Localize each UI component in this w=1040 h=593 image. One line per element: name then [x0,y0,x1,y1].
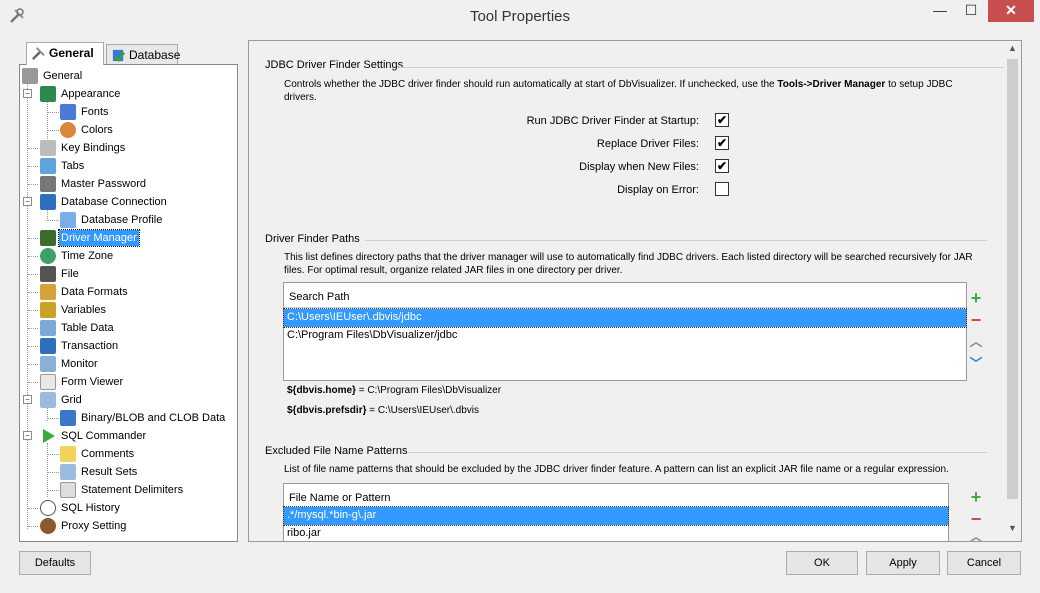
remove-pattern-button[interactable]: − [968,510,984,528]
run-at-startup-row: Run JDBC Driver Finder at Startup: ✔ [449,113,729,131]
keyboard-icon [40,140,56,156]
replace-driver-files-checkbox[interactable]: ✔ [715,136,729,150]
collapse-icon[interactable]: − [23,89,32,98]
column-header[interactable]: Search Path [284,283,966,308]
monitor-icon [40,86,56,102]
palette-icon [60,122,76,138]
grid-icon [40,392,56,408]
dollar-icon [40,302,56,318]
defaults-button[interactable]: Defaults [19,551,91,575]
checkbox-label: Replace Driver Files: [596,138,699,150]
move-down-button[interactable]: ﹀ [968,356,984,372]
driver-icon [40,230,56,246]
grid-icon [60,464,76,480]
puzzle-icon [60,410,76,426]
section-heading: JDBC Driver Finder Settings [265,59,404,71]
database-icon [112,49,126,62]
apply-button[interactable]: Apply [866,551,940,575]
divider [407,452,987,453]
play-icon [43,429,55,443]
column-header[interactable]: File Name or Pattern [284,484,948,509]
display-on-error-row: Display on Error: [449,182,729,200]
driver-manager-panel: JDBC Driver Finder Settings Controls whe… [248,40,1022,542]
profile-icon [60,212,76,228]
user-icon [40,518,56,534]
close-button[interactable]: ✕ [988,0,1034,22]
scroll-thumb[interactable] [1007,59,1018,499]
section-heading: Driver Finder Paths [265,233,360,245]
settings-tree: General − Appearance Fonts Colors Key Bi… [19,64,238,542]
table-row[interactable]: C:\Program Files\DbVisualizer/jdbc [284,327,966,345]
maximize-button[interactable]: ☐ [956,0,986,22]
dbvis-home-variable: ${dbvis.home} = C:\Program Files\DbVisua… [287,385,502,396]
tools-icon [32,47,45,60]
table-icon [40,320,56,336]
transaction-icon [40,338,56,354]
note-icon [60,446,76,462]
move-up-button[interactable]: ︿ [968,529,984,541]
move-up-button[interactable]: ︿ [968,334,984,350]
checkbox-label: Run JDBC Driver Finder at Startup: [526,115,699,127]
dbvis-prefsdir-variable: ${dbvis.prefsdir} = C:\Users\IEUser\.dbv… [287,405,480,416]
excluded-patterns-table: File Name or Pattern .*/mysql.*bin-g\.ja… [283,483,949,541]
section-description: Controls whether the JDBC driver finder … [284,79,953,103]
key-icon [40,176,56,192]
search-path-table: Search Path C:\Users\IEUser\.dbvis/jdbc … [283,282,967,381]
globe-icon [40,248,56,264]
collapse-icon[interactable]: − [23,431,32,440]
window-title: Tool Properties [469,8,571,25]
database-icon [40,194,56,210]
vertical-scrollbar[interactable]: ▲ ▼ [1004,41,1020,540]
display-new-files-checkbox[interactable]: ✔ [715,159,729,173]
table-row[interactable]: C:\Users\IEUser\.dbvis/jdbc [283,308,967,328]
section-description: This list defines directory paths that t… [284,252,973,276]
clock-icon [40,500,56,516]
scroll-up-icon[interactable]: ▲ [1007,43,1018,59]
add-path-button[interactable]: + [968,289,984,307]
divider [399,67,1019,68]
replace-driver-files-row: Replace Driver Files: ✔ [449,136,729,154]
tab-label: Database [129,48,181,62]
tools-icon [22,68,38,84]
folder-icon [40,158,56,174]
floppy-icon [40,266,56,282]
ok-button[interactable]: OK [786,551,858,575]
divider [365,240,987,241]
collapse-icon[interactable]: − [23,197,32,206]
tab-database[interactable]: Database [106,44,181,64]
remove-path-button[interactable]: − [968,311,984,329]
run-at-startup-checkbox[interactable]: ✔ [715,113,729,127]
document-icon [60,482,76,498]
section-description: List of file name patterns that should b… [284,464,949,475]
form-icon [40,374,56,390]
table-row[interactable]: .*/mysql.*bin-g\.jar [283,506,949,526]
tab-general[interactable]: General [26,42,104,65]
checkbox-label: Display on Error: [617,184,699,196]
table-row[interactable]: ribo.jar [284,525,948,541]
monitor-icon [40,356,56,372]
minimize-button[interactable]: — [925,0,955,22]
add-pattern-button[interactable]: + [968,488,984,506]
scroll-down-icon[interactable]: ▼ [1007,523,1018,539]
percent-icon [40,284,56,300]
section-heading: Excluded File Name Patterns [265,445,408,457]
cancel-button[interactable]: Cancel [947,551,1021,575]
tab-label: General [49,46,94,60]
font-icon [60,104,76,120]
checkbox-label: Display when New Files: [579,161,699,173]
title-bar: Tool Properties — ☐ ✕ [0,0,1040,32]
collapse-icon[interactable]: − [23,395,32,404]
display-on-error-checkbox[interactable] [715,182,729,196]
display-new-files-row: Display when New Files: ✔ [449,159,729,177]
